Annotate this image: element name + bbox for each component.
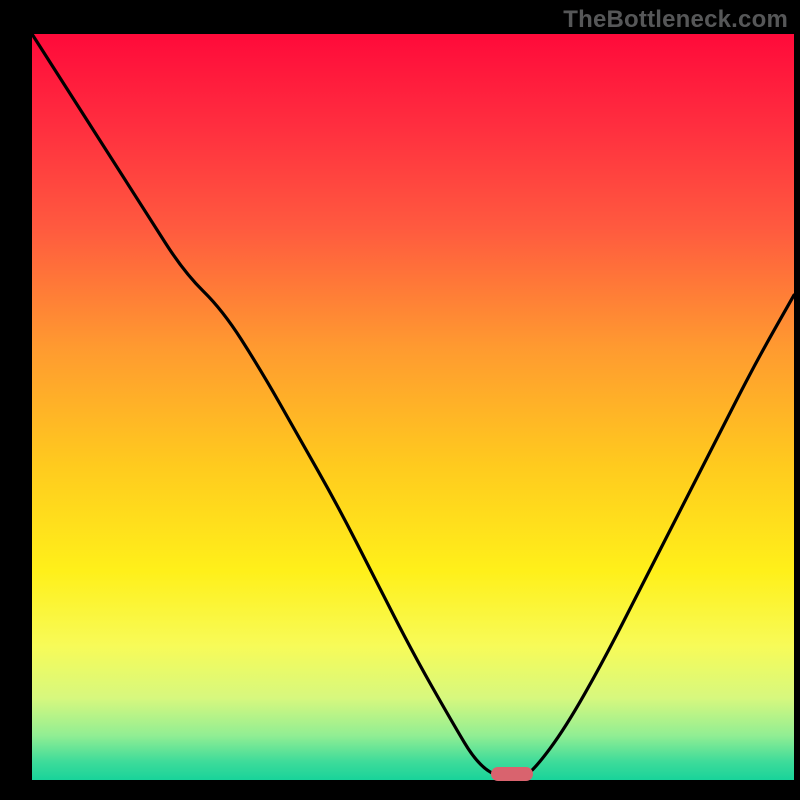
chart-frame: TheBottleneck.com (0, 0, 800, 800)
optimal-marker (491, 767, 533, 781)
bottleneck-curve (32, 34, 794, 780)
watermark-text: TheBottleneck.com (563, 6, 788, 34)
plot-area (32, 34, 794, 780)
